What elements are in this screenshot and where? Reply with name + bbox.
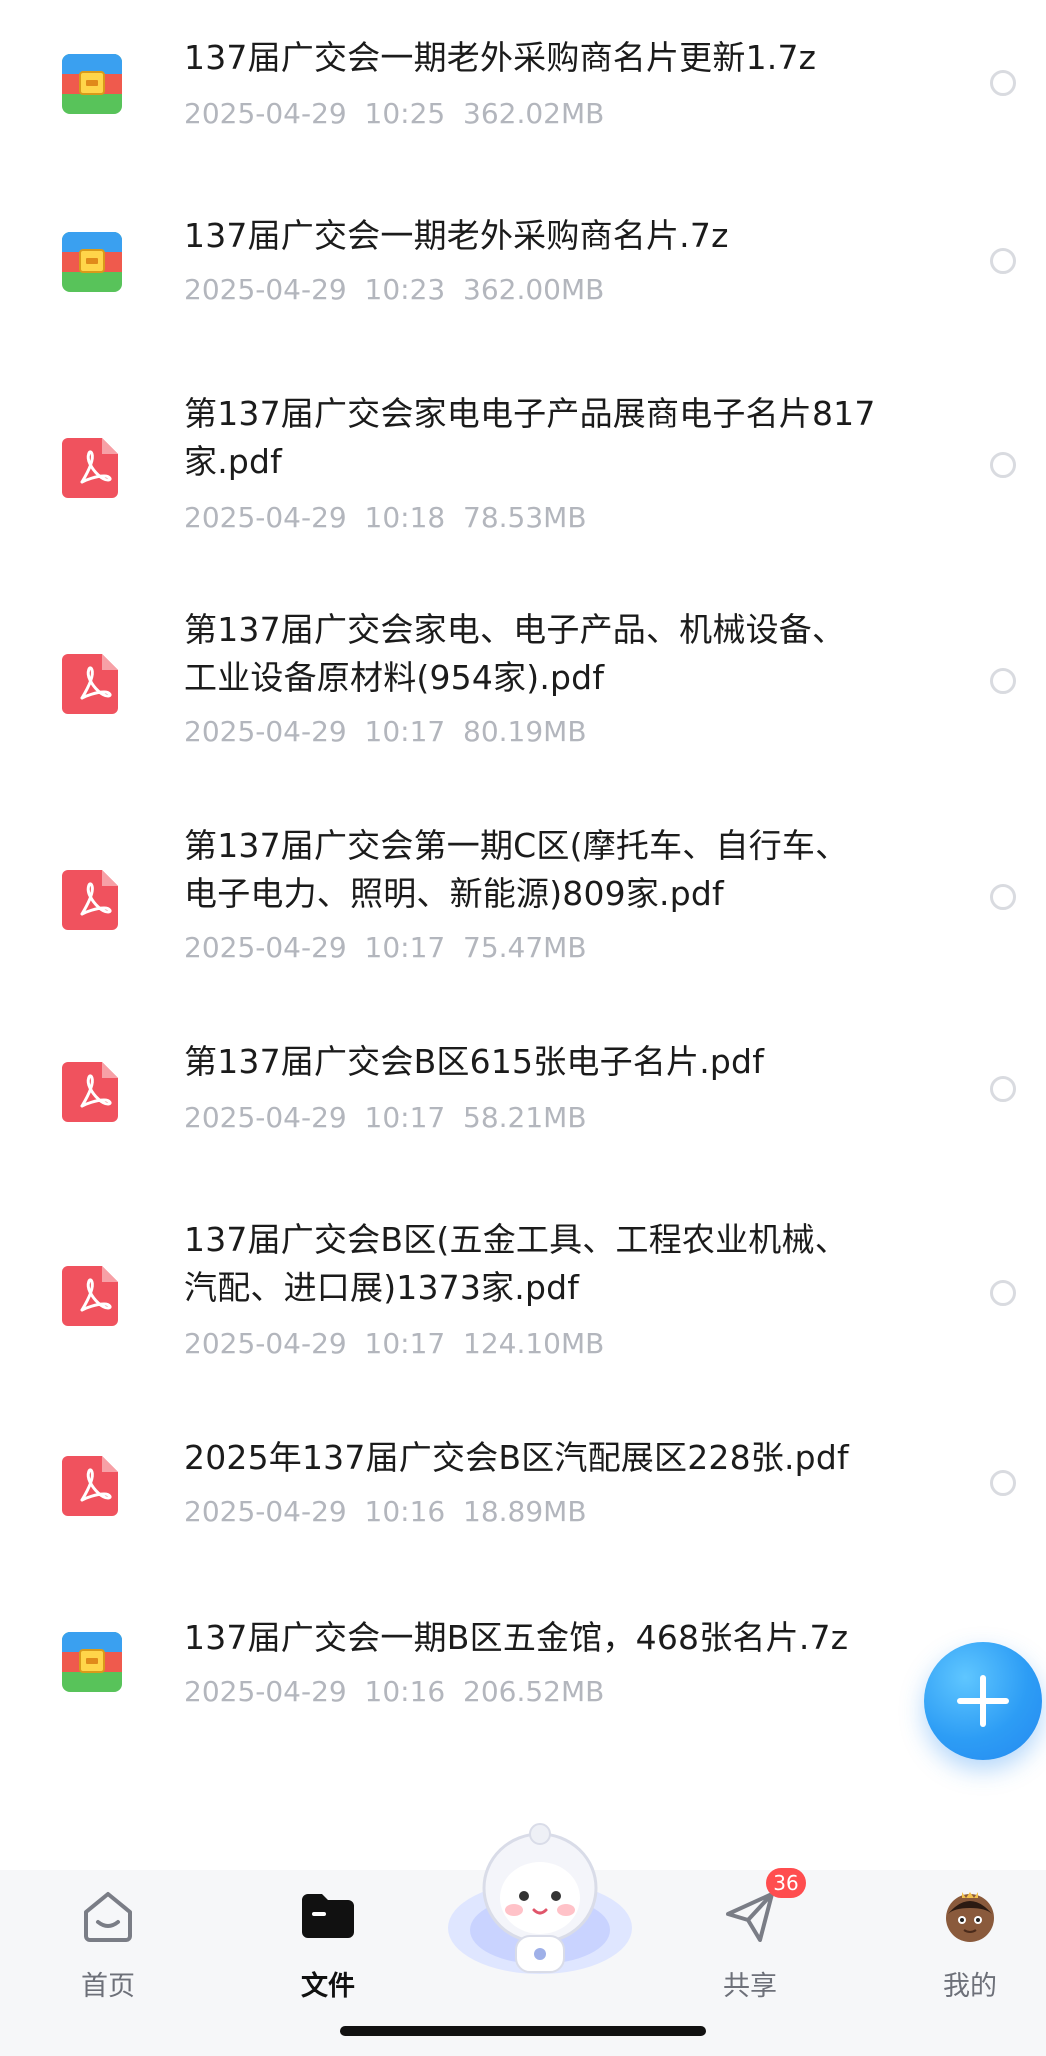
file-row[interactable]: 137届广交会一期老外采购商名片更新1.7z 2025-04-29 10:25 … — [0, 0, 1046, 178]
file-meta: 2025-04-29 10:17 75.47MB — [184, 931, 587, 964]
file-name: 137届广交会一期B区五金馆，468张名片.7z — [184, 1618, 849, 1657]
select-radio[interactable] — [990, 1076, 1016, 1102]
file-meta: 2025-04-29 10:23 362.00MB — [184, 273, 605, 306]
archive-icon — [62, 54, 122, 114]
file-meta: 2025-04-29 10:16 206.52MB — [184, 1675, 605, 1708]
file-row[interactable]: 第137届广交会B区615张电子名片.pdf 2025-04-29 10:17 … — [0, 1026, 1046, 1186]
file-row[interactable]: 137届广交会一期老外采购商名片.7z 2025-04-29 10:23 362… — [0, 178, 1046, 356]
plus-icon — [957, 1675, 1009, 1727]
file-row[interactable]: 第137届广交会家电、电子产品、机械设备、 工业设备原材料(954家).pdf … — [0, 594, 1046, 794]
file-name: 第137届广交会第一期C区(摩托车、自行车、 电子电力、照明、新能源)809家.… — [184, 826, 849, 913]
file-meta: 2025-04-29 10:17 58.21MB — [184, 1101, 587, 1134]
file-meta: 2025-04-29 10:25 362.02MB — [184, 97, 605, 130]
tab-label: 文件 — [301, 1971, 355, 2002]
file-meta: 2025-04-29 10:17 124.10MB — [184, 1327, 605, 1360]
pdf-icon — [62, 654, 118, 714]
tab-profile[interactable]: 我的 — [900, 1870, 1040, 2010]
select-radio[interactable] — [990, 1470, 1016, 1496]
file-name: 2025年137届广交会B区汽配展区228张.pdf — [184, 1438, 849, 1477]
file-name: 137届广交会一期老外采购商名片.7z — [184, 216, 729, 255]
file-row[interactable]: 第137届广交会家电电子产品展商电子名片817 家.pdf 2025-04-29… — [0, 378, 1046, 578]
file-meta: 2025-04-29 10:18 78.53MB — [184, 501, 587, 534]
file-name: 第137届广交会B区615张电子名片.pdf — [184, 1042, 765, 1081]
archive-icon — [62, 1632, 122, 1692]
file-row[interactable]: 137届广交会B区(五金工具、工程农业机械、 汽配、进口展)1373家.pdf … — [0, 1202, 1046, 1402]
select-radio[interactable] — [990, 668, 1016, 694]
share-badge: 36 — [766, 1868, 806, 1898]
file-row[interactable]: 2025年137届广交会B区汽配展区228张.pdf 2025-04-29 10… — [0, 1416, 1046, 1576]
file-name: 第137届广交会家电电子产品展商电子名片817 家.pdf — [184, 394, 876, 481]
select-radio[interactable] — [990, 70, 1016, 96]
pdf-icon — [62, 1456, 118, 1516]
avatar-icon — [946, 1892, 994, 1942]
tab-label: 我的 — [943, 1971, 997, 2002]
pdf-icon — [62, 1062, 118, 1122]
select-radio[interactable] — [990, 248, 1016, 274]
file-name: 137届广交会一期老外采购商名片更新1.7z — [184, 38, 817, 77]
file-meta: 2025-04-29 10:17 80.19MB — [184, 715, 587, 748]
file-name: 137届广交会B区(五金工具、工程农业机械、 汽配、进口展)1373家.pdf — [184, 1220, 848, 1307]
select-radio[interactable] — [990, 884, 1016, 910]
file-row[interactable]: 第137届广交会第一期C区(摩托车、自行车、 电子电力、照明、新能源)809家.… — [0, 810, 1046, 1010]
pdf-icon — [62, 1266, 118, 1326]
tab-label: 首页 — [81, 1971, 135, 2002]
select-radio[interactable] — [990, 452, 1016, 478]
file-row[interactable]: 137届广交会一期B区五金馆，468张名片.7z 2025-04-29 10:1… — [0, 1596, 1046, 1756]
home-icon — [84, 1892, 132, 1942]
pdf-icon — [62, 438, 118, 498]
select-radio[interactable] — [990, 1280, 1016, 1306]
mascot-button[interactable] — [440, 1818, 640, 1978]
tab-home[interactable]: 首页 — [38, 1870, 178, 2010]
file-name: 第137届广交会家电、电子产品、机械设备、 工业设备原材料(954家).pdf — [184, 610, 846, 697]
folder-icon — [302, 1894, 354, 1938]
pdf-icon — [62, 870, 118, 930]
home-indicator — [340, 2026, 706, 2036]
tab-files[interactable]: 文件 — [258, 1870, 398, 2010]
archive-icon — [62, 232, 122, 292]
add-button[interactable] — [924, 1642, 1042, 1760]
tab-label: 共享 — [723, 1971, 777, 2002]
file-meta: 2025-04-29 10:16 18.89MB — [184, 1495, 587, 1528]
